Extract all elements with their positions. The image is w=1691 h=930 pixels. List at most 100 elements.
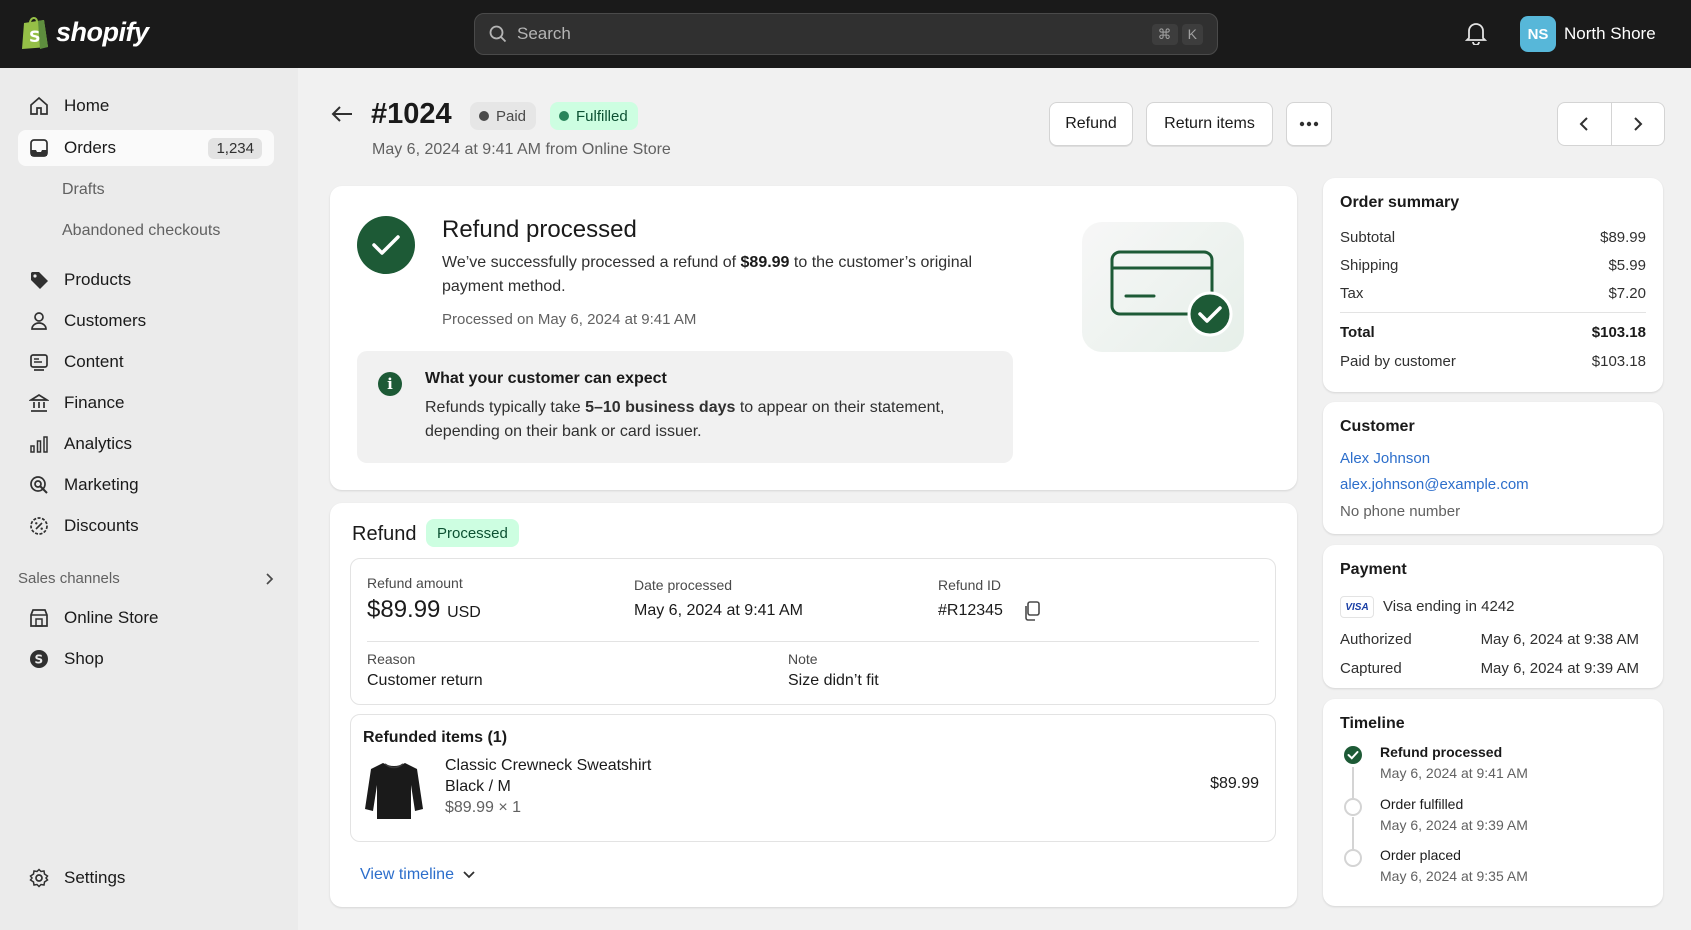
divider — [367, 641, 1259, 642]
fulfilled-status-badge: Fulfilled — [550, 102, 638, 130]
timeline-title: Timeline — [1340, 715, 1405, 732]
gear-icon — [28, 867, 50, 889]
refund-processed-card: Refund processed We’ve successfully proc… — [330, 186, 1297, 490]
k-key: K — [1181, 24, 1203, 45]
sidebar-item-products[interactable]: Products — [18, 262, 274, 298]
customer-card: Customer Alex Johnson alex.johnson@examp… — [1323, 402, 1663, 534]
sales-channels-label: Sales channels — [18, 570, 120, 587]
item-quantity: $89.99 × 1 — [445, 799, 522, 816]
sidebar-item-home[interactable]: Home — [18, 88, 274, 124]
sidebar-item-finance[interactable]: Finance — [18, 385, 274, 421]
search-bar[interactable]: Search ⌘ K — [474, 13, 1218, 55]
processed-date: Processed on May 6, 2024 at 9:41 AM — [442, 311, 697, 328]
timeline-dot-icon — [1344, 849, 1362, 867]
shopify-logo[interactable]: S shopify — [20, 14, 149, 50]
sidebar-item-shop[interactable]: S Shop — [18, 641, 274, 677]
info-icon: i — [378, 372, 402, 396]
refund-section-title: Refund — [352, 523, 417, 545]
sidebar-item-label: Content — [64, 352, 124, 371]
status-dot — [479, 111, 489, 121]
refund-id-label: Refund ID — [938, 577, 1002, 593]
paid-label: Paid — [496, 107, 527, 125]
authorized-row: Authorized May 6, 2024 at 9:38 AM — [1340, 631, 1639, 648]
store-icon — [28, 607, 50, 629]
refund-info-box: Refund amount $89.99 USD Date processed … — [350, 558, 1276, 705]
more-actions-button[interactable] — [1286, 102, 1332, 146]
refund-processed-description: We’ve successfully processed a refund of… — [442, 254, 973, 295]
timeline-check-icon — [1344, 746, 1362, 764]
previous-order-button[interactable] — [1558, 103, 1612, 145]
refund-details-card: Refund Processed Refund amount $89.99 US… — [330, 503, 1297, 907]
customer-name-link[interactable]: Alex Johnson — [1340, 450, 1430, 467]
item-variant: Black / M — [445, 778, 511, 795]
note-label: Note — [788, 651, 818, 667]
sidebar-item-online-store[interactable]: Online Store — [18, 600, 274, 636]
shop-app-icon: S — [28, 648, 50, 670]
note-value: Size didn’t fit — [788, 672, 879, 689]
sidebar-item-marketing[interactable]: Marketing — [18, 467, 274, 503]
date-processed-value: May 6, 2024 at 9:41 AM — [634, 602, 803, 619]
home-icon — [28, 95, 50, 117]
sidebar-item-label: Analytics — [64, 434, 133, 453]
sidebar-item-analytics[interactable]: Analytics — [18, 426, 274, 462]
reason-value: Customer return — [367, 672, 483, 689]
sidebar-item-content[interactable]: Content — [18, 344, 274, 380]
avatar: NS — [1520, 16, 1556, 52]
customer-phone: No phone number — [1340, 503, 1461, 520]
inbox-icon — [28, 137, 50, 159]
refund-processed-title: Refund processed — [442, 216, 637, 243]
view-timeline-link[interactable]: View timeline — [360, 866, 476, 884]
svg-text:S: S — [35, 653, 44, 667]
fulfilled-label: Fulfilled — [576, 107, 628, 125]
sales-channels-section[interactable]: Sales channels — [18, 570, 274, 587]
customer-email-link[interactable]: alex.johnson@example.com — [1340, 476, 1529, 493]
chevron-right-icon — [266, 572, 274, 585]
sidebar-item-label: Orders — [64, 138, 116, 157]
sidebar-item-orders[interactable]: Orders 1,234 — [18, 130, 274, 166]
order-subline: May 6, 2024 at 9:41 AM from Online Store — [372, 141, 671, 158]
chevron-down-icon — [463, 871, 475, 879]
discount-icon — [28, 515, 50, 537]
chevron-left-icon — [1579, 117, 1588, 131]
reason-label: Reason — [367, 651, 416, 667]
refunded-items-title: Refunded items (1) — [363, 729, 508, 746]
chevron-right-icon — [1634, 117, 1643, 131]
ellipsis-icon — [1299, 121, 1319, 127]
item-total: $89.99 — [1210, 775, 1259, 792]
summary-paid-row: Paid by customer $103.18 — [1340, 353, 1646, 370]
timeline-event: Order placed May 6, 2024 at 9:35 AM — [1380, 847, 1528, 884]
copy-icon[interactable] — [1023, 601, 1041, 621]
customer-title: Customer — [1340, 418, 1415, 435]
sidebar-item-discounts[interactable]: Discounts — [18, 508, 274, 544]
refunded-items-box: Refunded items (1) Classic Crewneck Swea… — [350, 714, 1276, 842]
next-order-button[interactable] — [1612, 103, 1665, 145]
sidebar-item-label: Marketing — [64, 475, 139, 494]
divider — [1340, 312, 1646, 313]
bell-icon[interactable] — [1465, 21, 1487, 45]
view-timeline-label: View timeline — [360, 866, 454, 883]
sidebar-item-label: Discounts — [64, 516, 139, 535]
return-items-button[interactable]: Return items — [1146, 102, 1273, 146]
target-icon — [28, 474, 50, 496]
store-name: North Shore — [1564, 24, 1656, 43]
sidebar-item-settings[interactable]: Settings — [18, 860, 274, 896]
refund-button[interactable]: Refund — [1049, 102, 1133, 146]
page-title: #1024 — [371, 98, 452, 130]
back-arrow-icon[interactable] — [330, 104, 354, 124]
refund-id-value: #R12345 — [938, 602, 1003, 619]
order-summary-title: Order summary — [1340, 194, 1460, 211]
sidebar-item-label: Home — [64, 96, 110, 115]
refund-amount-value: $89.99 USD — [367, 596, 481, 623]
order-pager — [1557, 102, 1665, 146]
content-icon — [28, 351, 50, 373]
store-account[interactable]: NS North Shore — [1520, 16, 1656, 52]
timeline-card: Timeline Refund processed May 6, 2024 at… — [1323, 699, 1663, 906]
customer-expectation-callout: i What your customer can expect Refunds … — [357, 351, 1013, 463]
sidebar-item-abandoned-checkouts[interactable]: Abandoned checkouts — [62, 222, 220, 240]
cmd-key: ⌘ — [1151, 24, 1178, 45]
shopify-bag-icon: S — [22, 17, 48, 49]
sidebar-item-customers[interactable]: Customers — [18, 303, 274, 339]
processed-status-badge: Processed — [426, 519, 519, 547]
sidebar-item-drafts[interactable]: Drafts — [62, 181, 105, 199]
sidebar-item-label: Shop — [64, 649, 104, 668]
